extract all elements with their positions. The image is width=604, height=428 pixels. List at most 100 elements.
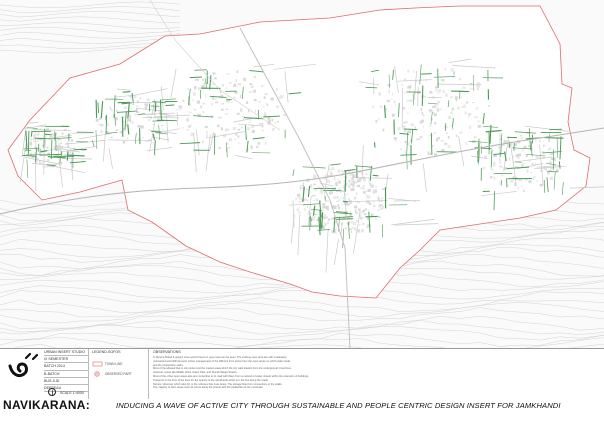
building xyxy=(379,204,382,206)
building xyxy=(240,95,241,98)
building xyxy=(513,176,515,179)
building xyxy=(331,167,335,170)
building xyxy=(500,166,503,168)
building xyxy=(259,123,262,124)
building xyxy=(223,103,224,104)
building xyxy=(347,204,350,205)
building xyxy=(404,78,406,81)
building xyxy=(298,201,301,203)
semester: IX SEMESTER xyxy=(44,356,88,363)
building xyxy=(247,127,250,130)
building xyxy=(520,135,522,136)
building xyxy=(536,139,537,142)
north-arrow-icon xyxy=(48,388,56,396)
building xyxy=(219,147,221,149)
building xyxy=(96,119,99,122)
building xyxy=(265,142,267,145)
active-street xyxy=(422,86,423,106)
building xyxy=(365,208,367,210)
observations-text: In Mysore Brand & grapes more ground lev… xyxy=(153,356,353,390)
building xyxy=(534,176,536,178)
building xyxy=(198,87,199,90)
building xyxy=(324,214,326,217)
building xyxy=(270,98,273,101)
building xyxy=(475,116,478,118)
building xyxy=(392,93,393,96)
building xyxy=(143,137,144,139)
building xyxy=(381,201,383,202)
active-street xyxy=(508,178,518,179)
building xyxy=(60,162,62,165)
building xyxy=(547,172,549,174)
building xyxy=(221,117,222,119)
building xyxy=(214,77,216,79)
building xyxy=(258,142,261,145)
building xyxy=(429,91,432,93)
building xyxy=(523,190,525,193)
legend-item: OBSERVED PART xyxy=(92,371,132,377)
building xyxy=(382,206,383,209)
building xyxy=(510,180,513,183)
building xyxy=(263,106,264,108)
active-street xyxy=(123,92,131,93)
building xyxy=(249,83,252,85)
building xyxy=(137,125,140,128)
building xyxy=(477,85,480,88)
building xyxy=(182,127,184,128)
building xyxy=(409,89,410,92)
building xyxy=(434,122,436,124)
building xyxy=(517,158,520,159)
building xyxy=(266,102,267,105)
building xyxy=(378,216,381,218)
active-street xyxy=(514,143,515,151)
building xyxy=(276,88,277,91)
building xyxy=(367,224,369,227)
building xyxy=(354,185,356,187)
building xyxy=(47,147,49,149)
building xyxy=(110,107,111,109)
building xyxy=(313,184,316,186)
building xyxy=(364,213,367,215)
building xyxy=(490,176,493,178)
building xyxy=(407,100,410,102)
building xyxy=(137,100,139,102)
building xyxy=(519,179,522,181)
building xyxy=(145,103,148,106)
building xyxy=(532,163,534,165)
building xyxy=(298,211,300,213)
building xyxy=(415,126,416,129)
legend-swatch-icon xyxy=(92,371,104,377)
building xyxy=(499,182,501,183)
building xyxy=(272,119,274,122)
building xyxy=(307,200,308,203)
building xyxy=(438,67,439,68)
building xyxy=(205,126,208,128)
building xyxy=(444,143,447,145)
building xyxy=(197,101,200,104)
building xyxy=(548,149,550,150)
building xyxy=(147,99,150,101)
building xyxy=(313,189,315,191)
building xyxy=(342,190,345,192)
building xyxy=(457,107,460,110)
building xyxy=(509,158,511,161)
building xyxy=(349,228,352,230)
building xyxy=(429,109,432,111)
building xyxy=(316,199,319,202)
active-street xyxy=(190,77,202,78)
building xyxy=(176,109,178,110)
building xyxy=(323,206,326,208)
building xyxy=(537,180,538,182)
active-street xyxy=(343,201,348,202)
building xyxy=(448,136,450,139)
building xyxy=(130,120,131,122)
building xyxy=(238,129,241,131)
building xyxy=(407,70,409,73)
building xyxy=(470,88,473,89)
building xyxy=(477,121,480,122)
building xyxy=(355,209,357,212)
building xyxy=(251,85,254,88)
building xyxy=(360,188,362,189)
building xyxy=(341,203,343,204)
building xyxy=(498,146,501,148)
